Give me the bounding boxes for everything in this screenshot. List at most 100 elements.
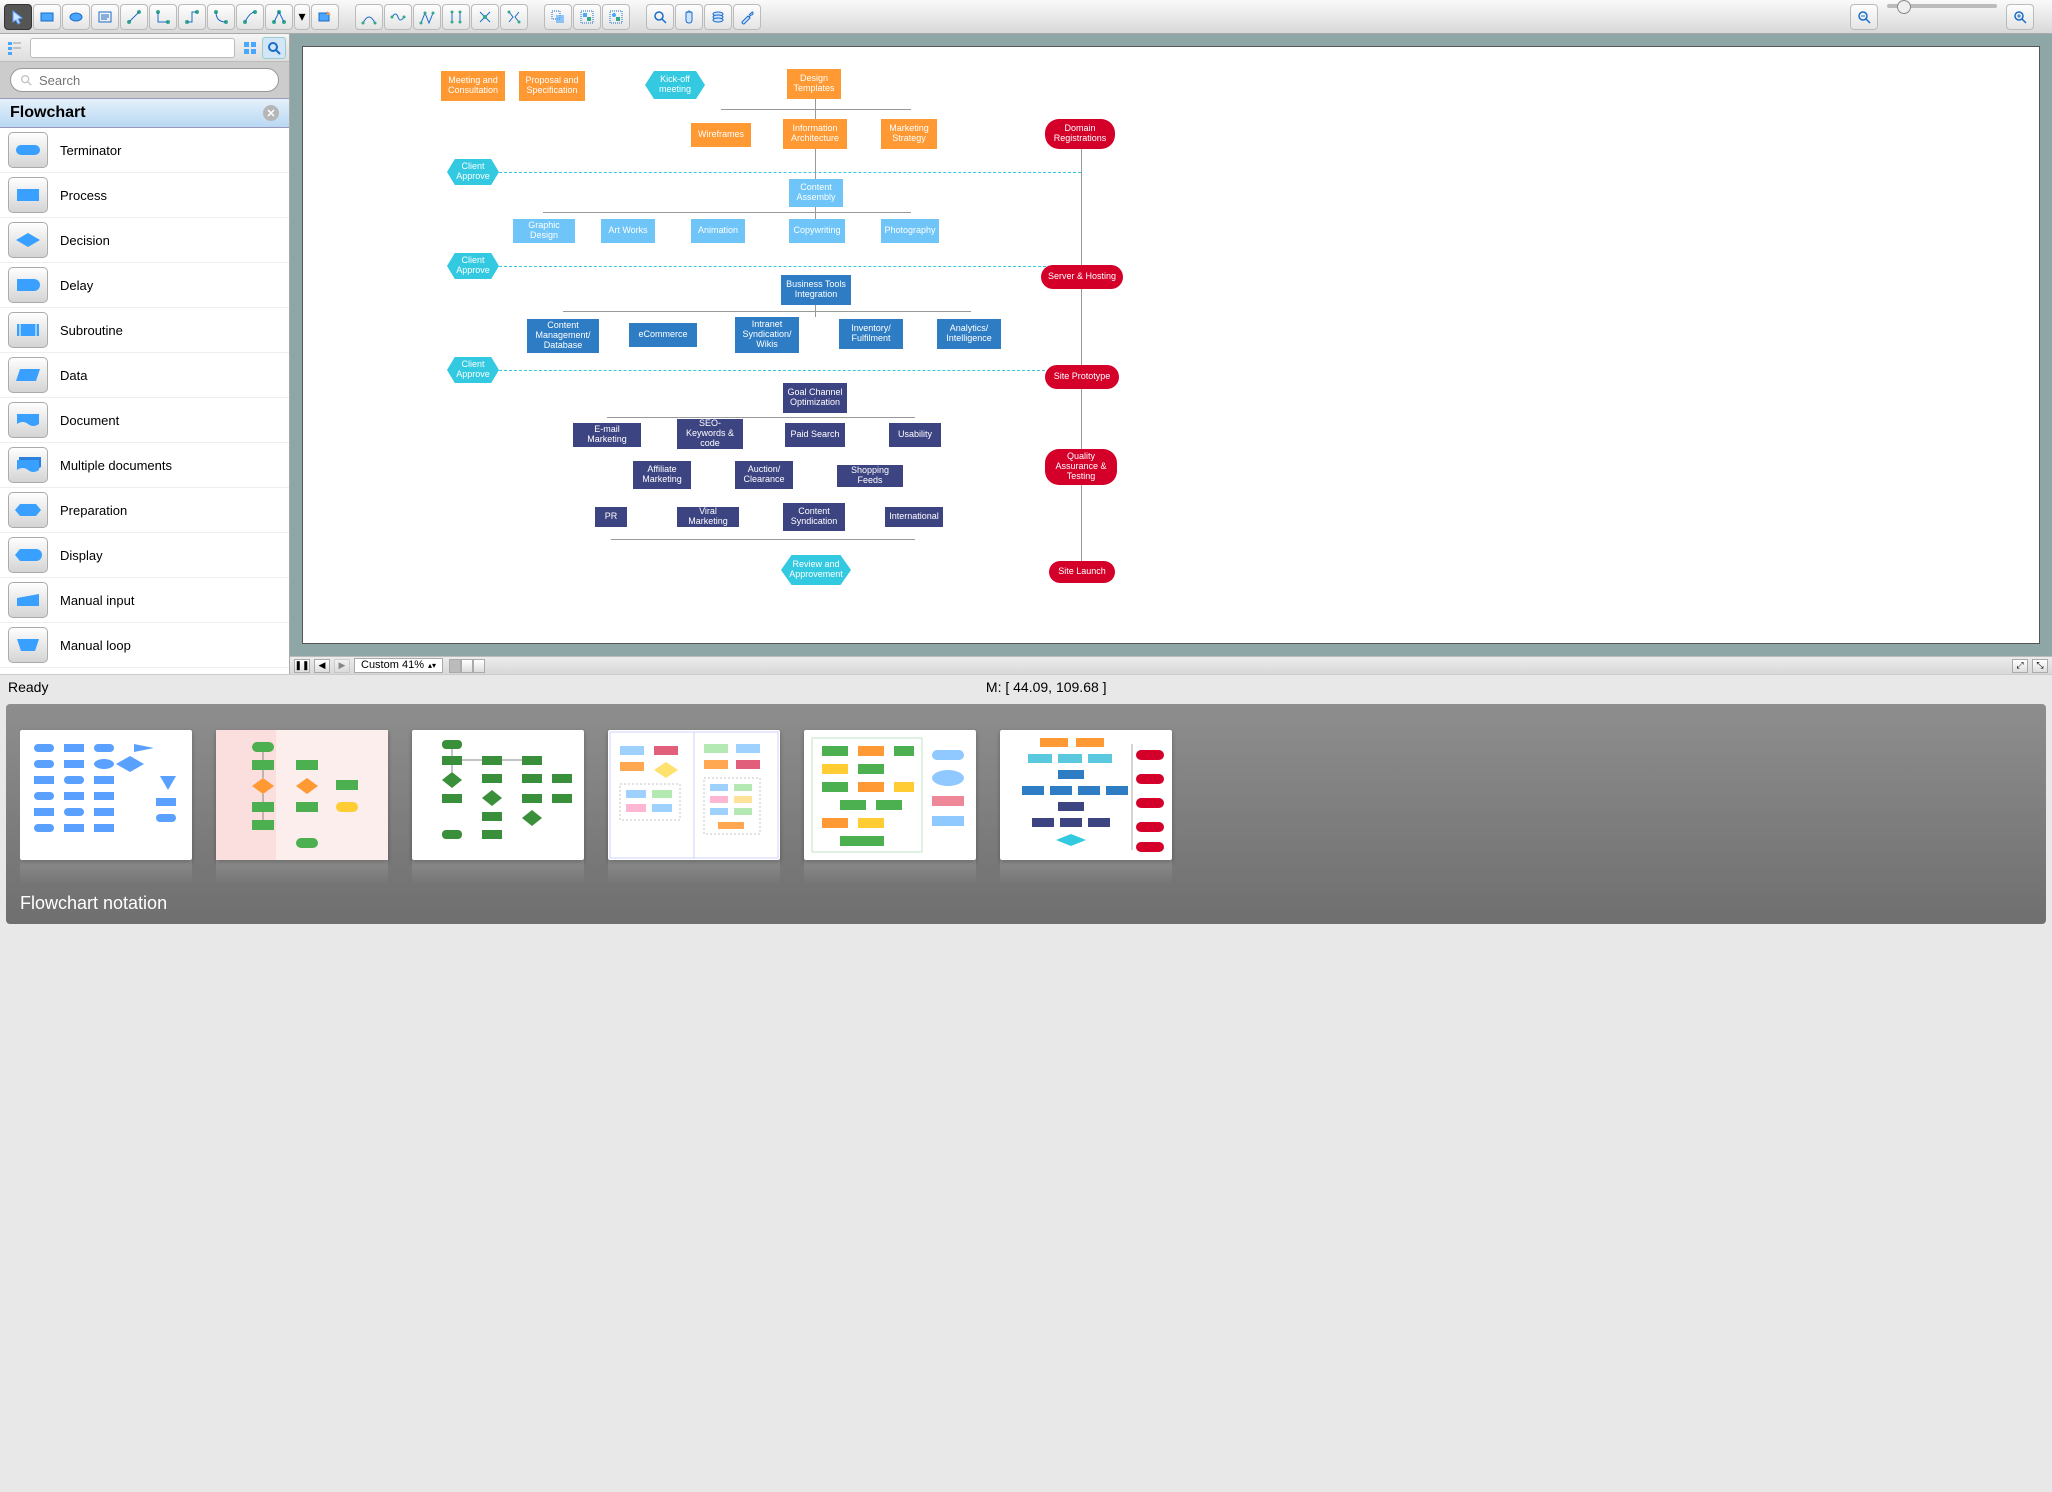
panel-search-icon[interactable] [262, 37, 286, 59]
shape-item-decision[interactable]: Decision [0, 218, 289, 263]
shape-item-document[interactable]: Document [0, 398, 289, 443]
rect-tool[interactable] [33, 4, 61, 30]
node-edit-tool[interactable] [442, 4, 470, 30]
eyedropper-tool[interactable] [733, 4, 761, 30]
expand-1-icon[interactable]: ⤢ [2012, 659, 2028, 673]
canvas[interactable]: Meeting and Consultation Proposal and Spe… [302, 46, 2040, 644]
pan-tool[interactable] [675, 4, 703, 30]
diagram-node[interactable]: Content Assembly [789, 179, 843, 207]
diagram-node[interactable]: Viral Marketing [677, 507, 739, 527]
connector-6-tool[interactable] [265, 4, 293, 30]
diagram-node[interactable]: Site Launch [1049, 561, 1115, 583]
diagram-node[interactable]: SEO-Keywords & code [677, 419, 743, 449]
shape-item-multidoc[interactable]: Multiple documents [0, 443, 289, 488]
export-tool[interactable] [311, 4, 339, 30]
diagram-node[interactable]: Content Management/ Database [527, 319, 599, 353]
diagram-node[interactable]: Shopping Feeds [837, 465, 903, 487]
section-close-icon[interactable]: ✕ [263, 105, 279, 121]
connector-3-tool[interactable] [178, 4, 206, 30]
diagram-node[interactable]: Client Approve [447, 357, 499, 383]
view-mode-1[interactable] [449, 659, 461, 673]
diagram-node[interactable]: Design Templates [787, 69, 841, 99]
diagram-node[interactable]: E-mail Marketing [573, 423, 641, 447]
diagram-node[interactable]: International [885, 507, 943, 527]
pointer-tool[interactable] [4, 4, 32, 30]
gallery-thumb[interactable] [608, 730, 780, 860]
diagram-node[interactable]: Server & Hosting [1041, 265, 1123, 289]
diagram-node[interactable]: Affiliate Marketing [633, 461, 691, 489]
shape-item-data[interactable]: Data [0, 353, 289, 398]
diagram-node[interactable]: Goal Channel Optimization [783, 383, 847, 413]
gallery-thumb[interactable] [804, 730, 976, 860]
zoom-tool[interactable] [646, 4, 674, 30]
group-1-tool[interactable] [544, 4, 572, 30]
diagram-node[interactable]: Wireframes [691, 123, 751, 147]
group-3-tool[interactable] [602, 4, 630, 30]
diagram-node[interactable]: Photography [881, 219, 939, 243]
shape-item-subroutine[interactable]: Subroutine [0, 308, 289, 353]
panel-filter-input[interactable] [30, 38, 235, 58]
diagram-node[interactable]: Client Approve [447, 253, 499, 279]
curve-3-tool[interactable] [413, 4, 441, 30]
shape-item-process[interactable]: Process [0, 173, 289, 218]
search-input[interactable] [37, 72, 270, 89]
diagram-node[interactable]: PR [595, 507, 627, 527]
diagram-node[interactable]: Client Approve [447, 159, 499, 185]
diagram-node[interactable]: Review and Approvement [781, 555, 851, 585]
shape-item-manualloop[interactable]: Manual loop [0, 623, 289, 668]
curve-2-tool[interactable] [384, 4, 412, 30]
grid-view-icon[interactable] [238, 37, 262, 59]
prev-page-icon[interactable]: ◀ [314, 659, 330, 673]
shape-item-delay[interactable]: Delay [0, 263, 289, 308]
diagram-node[interactable]: Analytics/ Intelligence [937, 319, 1001, 349]
zoom-in-button[interactable] [2006, 4, 2034, 30]
connector-1-tool[interactable] [120, 4, 148, 30]
zoom-level-select[interactable]: Custom 41%▴▾ [354, 658, 443, 673]
zoom-out-button[interactable] [1850, 4, 1878, 30]
expand-2-icon[interactable]: ⤡ [2032, 659, 2048, 673]
diagram-node[interactable]: Kick-off meeting [645, 71, 705, 99]
search-box[interactable] [10, 68, 279, 92]
diagram-node[interactable]: Quality Assurance & Testing [1045, 449, 1117, 485]
tree-view-icon[interactable] [3, 37, 27, 59]
diagram-node[interactable]: Copywriting [789, 219, 845, 243]
gallery-thumb[interactable] [412, 730, 584, 860]
diagram-node[interactable]: Proposal and Specification [519, 71, 585, 101]
shape-item-preparation[interactable]: Preparation [0, 488, 289, 533]
diagram-node[interactable]: Intranet Syndication/ Wikis [735, 317, 799, 353]
diagram-node[interactable]: Art Works [601, 219, 655, 243]
connector-5-tool[interactable] [236, 4, 264, 30]
curve-1-tool[interactable] [355, 4, 383, 30]
connector-2-tool[interactable] [149, 4, 177, 30]
diagram-node[interactable]: Inventory/ Fulfilment [839, 319, 903, 349]
connector-dropdown-tool[interactable]: ▾ [294, 4, 310, 30]
pause-icon[interactable]: ❚❚ [294, 659, 310, 673]
split-tool[interactable] [500, 4, 528, 30]
diagram-node[interactable]: Meeting and Consultation [441, 71, 505, 101]
diagram-node[interactable]: Content Syndication [783, 503, 845, 531]
connector-4-tool[interactable] [207, 4, 235, 30]
diagram-node[interactable]: Site Prototype [1045, 365, 1119, 389]
shape-item-terminator[interactable]: Terminator [0, 128, 289, 173]
group-2-tool[interactable] [573, 4, 601, 30]
gallery-thumb[interactable] [1000, 730, 1172, 860]
layers-tool[interactable] [704, 4, 732, 30]
diagram-node[interactable]: Auction/ Clearance [735, 461, 793, 489]
next-page-icon[interactable]: ▶ [334, 659, 350, 673]
diagram-node[interactable]: Usability [889, 423, 941, 447]
text-tool[interactable] [91, 4, 119, 30]
shape-item-display[interactable]: Display [0, 533, 289, 578]
view-mode-3[interactable] [473, 659, 485, 673]
gallery-thumb[interactable] [216, 730, 388, 860]
ellipse-tool[interactable] [62, 4, 90, 30]
diagram-node[interactable]: Animation [691, 219, 745, 243]
diagram-node[interactable]: Information Architecture [783, 119, 847, 149]
join-tool[interactable] [471, 4, 499, 30]
diagram-node[interactable]: Paid Search [785, 423, 845, 447]
gallery-thumb[interactable] [20, 730, 192, 860]
diagram-node[interactable]: eCommerce [629, 323, 697, 347]
diagram-node[interactable]: Graphic Design [513, 219, 575, 243]
shape-item-manualinput[interactable]: Manual input [0, 578, 289, 623]
zoom-slider[interactable] [1887, 4, 1997, 8]
diagram-node[interactable]: Domain Registrations [1045, 119, 1115, 149]
